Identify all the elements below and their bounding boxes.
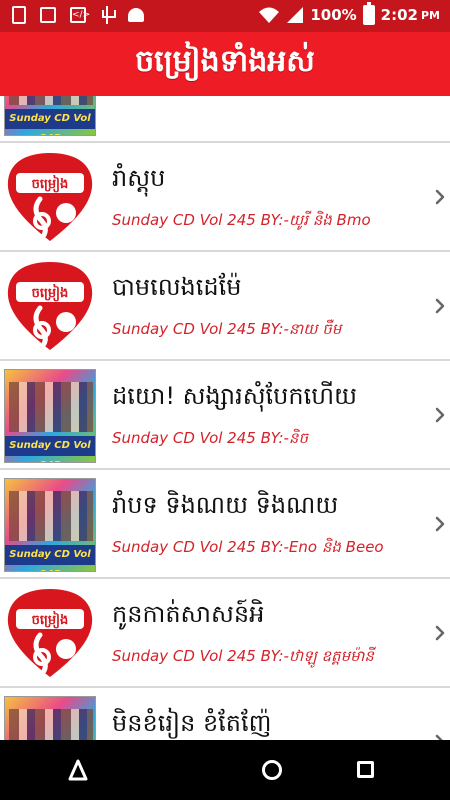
battery-icon <box>362 2 375 25</box>
image-icon <box>40 7 56 23</box>
song-subtitle: Sunday CD Vol 245 BY:-យូរី និង Bmo <box>112 211 371 229</box>
song-title: ដយោ! សង្សារសុំបែកហើយ <box>112 382 357 410</box>
usb-icon <box>100 6 116 24</box>
album-cover-label: Sunday CD Vol 245 <box>5 436 95 462</box>
album-cover-thumbnail: Sunday CD Vol 245 <box>4 478 96 572</box>
song-title: រាំបទ ទិងណយ ទិងណយ <box>112 491 339 519</box>
home-icon[interactable] <box>262 760 282 780</box>
chevron-right-icon <box>434 298 446 314</box>
song-row[interactable]: Sunday CD Vol 245Sunday CD Vol 245 BY:-ខ… <box>0 96 450 143</box>
chevron-right-icon <box>434 407 446 423</box>
back-icon[interactable] <box>68 759 88 781</box>
song-title: បាមលេងដេម៉ែ <box>112 273 242 301</box>
music-logo-thumbnail: ចម្រៀង <box>4 260 96 352</box>
music-logo-thumbnail: ចម្រៀង <box>4 151 96 243</box>
song-row[interactable]: ចម្រៀង បាមលេងដេម៉ែ Sunday CD Vol 245 BY:-ន… <box>0 254 450 361</box>
status-bar: </> 100% 2:02 PM <box>0 0 450 32</box>
album-cover-thumbnail: Sunday CD Vol 245 <box>4 96 96 136</box>
sim-icon <box>12 6 26 24</box>
song-subtitle: Sunday CD Vol 245 BY:-និច <box>112 429 308 447</box>
wifi-icon <box>258 6 280 24</box>
song-subtitle: Sunday CD Vol 245 BY:-នាយ ចឺម <box>112 320 342 338</box>
android-icon <box>128 8 144 22</box>
song-subtitle: Sunday CD Vol 245 BY:-Eno និង Beeo <box>112 538 384 556</box>
chevron-right-icon <box>434 189 446 205</box>
recents-icon[interactable] <box>357 761 374 778</box>
clock-ampm: PM <box>420 8 440 22</box>
song-row[interactable]: ចម្រៀង កូនកាត់សាសន៍អិ Sunday CD Vol 245 BY… <box>0 581 450 688</box>
song-row[interactable]: Sunday CD Vol 245 មិនខំរៀន ខំតែញ៉ែ <box>0 690 450 740</box>
song-row[interactable]: ចម្រៀង រាំស្ដុប Sunday CD Vol 245 BY:-យូរី… <box>0 145 450 252</box>
app-bar: ចម្រៀងទាំងអស់ <box>0 32 450 96</box>
chevron-right-icon <box>434 516 446 532</box>
song-row[interactable]: Sunday CD Vol 245 រាំបទ ទិងណយ ទិងណយ Sunday… <box>0 472 450 579</box>
album-cover-label: Sunday CD Vol 245 <box>5 109 95 135</box>
music-logo-label: ចម្រៀង <box>32 175 69 193</box>
album-cover-label: Sunday CD Vol 245 <box>5 545 95 571</box>
album-cover-thumbnail: Sunday CD Vol 245 <box>4 369 96 463</box>
song-title: មិនខំរៀន ខំតែញ៉ែ <box>112 709 272 737</box>
song-subtitle: Sunday CD Vol 245 BY:-ឋាឡូ ឧត្តមម៉ានី <box>112 647 374 665</box>
song-list[interactable]: Sunday CD Vol 245Sunday CD Vol 245 BY:-ខ… <box>0 96 450 740</box>
music-logo-thumbnail: ចម្រៀង <box>4 587 96 679</box>
music-logo-label: ចម្រៀង <box>32 611 69 629</box>
navigation-bar <box>0 740 450 800</box>
clock: 2:02 <box>380 6 418 24</box>
chevron-right-icon <box>434 625 446 641</box>
signal-icon <box>286 6 304 24</box>
battery-percent: 100% <box>310 6 357 24</box>
code-icon: </> <box>70 7 90 23</box>
music-logo-label: ចម្រៀង <box>32 284 69 302</box>
song-title: រាំស្ដុប <box>112 164 166 192</box>
app-title: ចម្រៀងទាំងអស់ <box>135 44 315 79</box>
song-row[interactable]: Sunday CD Vol 245 ដយោ! សង្សារសុំបែកហើយ Sun… <box>0 363 450 470</box>
song-title: កូនកាត់សាសន៍អិ <box>112 600 265 628</box>
album-cover-thumbnail: Sunday CD Vol 245 <box>4 696 96 740</box>
